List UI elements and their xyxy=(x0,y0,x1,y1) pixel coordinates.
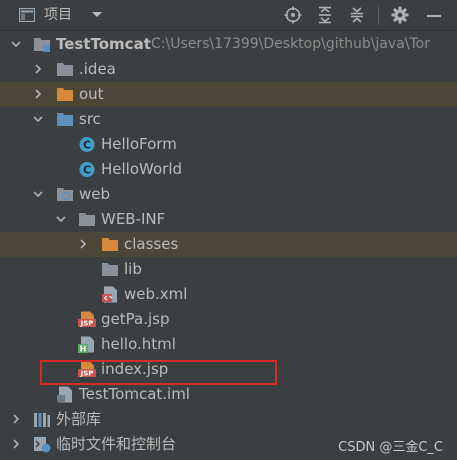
chevron-right-icon[interactable] xyxy=(11,439,21,449)
library-icon xyxy=(34,413,50,427)
tree-row-idea[interactable]: .idea xyxy=(0,57,457,82)
tree-label-getpa: getPa.jsp xyxy=(101,310,170,328)
tree-row-webinf[interactable]: WEB-INF xyxy=(0,207,457,232)
chevron-down-icon[interactable] xyxy=(11,39,21,49)
tree-row-helloworld[interactable]: C HelloWorld xyxy=(0,157,457,182)
tree-row-helloform[interactable]: C HelloForm xyxy=(0,132,457,157)
tree-label-hellohtml: hello.html xyxy=(101,335,176,353)
web-folder-icon xyxy=(57,188,73,201)
gear-icon[interactable] xyxy=(391,6,409,24)
chevron-down-icon[interactable] xyxy=(56,214,66,224)
excluded-folder-icon xyxy=(57,88,73,101)
chevron-down-icon[interactable] xyxy=(33,189,43,199)
annotation-highlight-box xyxy=(40,360,277,385)
source-folder-icon xyxy=(57,113,73,126)
svg-text:C: C xyxy=(83,164,91,177)
xml-file-icon xyxy=(102,286,117,303)
excluded-folder-icon xyxy=(102,238,118,251)
tree-row-external-libraries[interactable]: 外部库 xyxy=(0,407,457,432)
java-class-icon: C xyxy=(79,137,95,152)
tree-label-web: web xyxy=(79,185,111,203)
minimize-icon[interactable] xyxy=(425,6,443,24)
tree-label-root: TestTomcat xyxy=(56,35,151,53)
java-class-icon: C xyxy=(79,162,95,177)
tree-row-root[interactable]: TestTomcat C:\Users\17399\Desktop\github… xyxy=(0,32,457,57)
html-file-icon: H xyxy=(78,336,94,354)
html-badge-text: H xyxy=(80,345,87,354)
tree-label-lib: lib xyxy=(124,260,142,278)
root-path-hint: C:\Users\17399\Desktop\github\java\Tor xyxy=(151,36,430,52)
chevron-right-icon[interactable] xyxy=(78,239,88,249)
tree-label-helloform: HelloForm xyxy=(101,135,177,153)
project-icon xyxy=(19,8,35,22)
tree-row-classes[interactable]: classes xyxy=(0,232,457,257)
expand-all-icon[interactable] xyxy=(316,6,334,24)
tree-label-scratches: 临时文件和控制台 xyxy=(56,435,177,453)
tree-label-webinf: WEB-INF xyxy=(101,210,166,228)
dropdown-caret-icon[interactable] xyxy=(91,11,103,19)
chevron-right-icon[interactable] xyxy=(11,414,21,424)
tree-row-web[interactable]: web xyxy=(0,182,457,207)
tree-label-webxml: web.xml xyxy=(124,285,188,303)
tree-row-hellohtml[interactable]: H hello.html xyxy=(0,332,457,357)
folder-icon xyxy=(57,63,73,76)
project-tool-window: 项目 TestTomcat C:\Users\17399\Desktop\git… xyxy=(0,0,457,460)
watermark-text: CSDN @三金C_C xyxy=(338,440,443,455)
locate-icon[interactable] xyxy=(284,6,302,24)
tree-label-out: out xyxy=(79,85,104,103)
tree-label-helloworld: HelloWorld xyxy=(101,160,183,178)
folder-icon xyxy=(79,213,95,226)
tree-label-src: src xyxy=(79,110,101,128)
tree-row-webxml[interactable]: web.xml xyxy=(0,282,457,307)
tool-window-header: 项目 xyxy=(0,0,457,31)
jsp-badge-text: JSP xyxy=(80,320,94,328)
tree-label-classes: classes xyxy=(124,235,179,253)
tree-label-external-libraries: 外部库 xyxy=(56,410,102,428)
tree-row-iml[interactable]: TestTomcat.iml xyxy=(0,382,457,407)
tree-row-src[interactable]: src xyxy=(0,107,457,132)
module-file-icon xyxy=(57,386,72,403)
tree-row-getpa[interactable]: JSP getPa.jsp xyxy=(0,307,457,332)
scratches-icon xyxy=(34,437,51,453)
jsp-file-icon: JSP xyxy=(78,311,96,328)
chevron-down-icon[interactable] xyxy=(33,114,43,124)
tree-row-out[interactable]: out xyxy=(0,82,457,107)
tree-label-idea: .idea xyxy=(79,60,116,78)
collapse-all-icon[interactable] xyxy=(348,6,366,24)
chevron-right-icon[interactable] xyxy=(33,89,43,99)
toolbar-separator xyxy=(378,6,379,25)
view-selector-label[interactable]: 项目 xyxy=(44,7,72,23)
tree-row-lib[interactable]: lib xyxy=(0,257,457,282)
folder-icon xyxy=(102,263,118,276)
module-folder-icon xyxy=(34,38,50,52)
svg-text:C: C xyxy=(83,139,91,152)
chevron-right-icon[interactable] xyxy=(33,64,43,74)
tree-label-iml: TestTomcat.iml xyxy=(79,385,190,403)
